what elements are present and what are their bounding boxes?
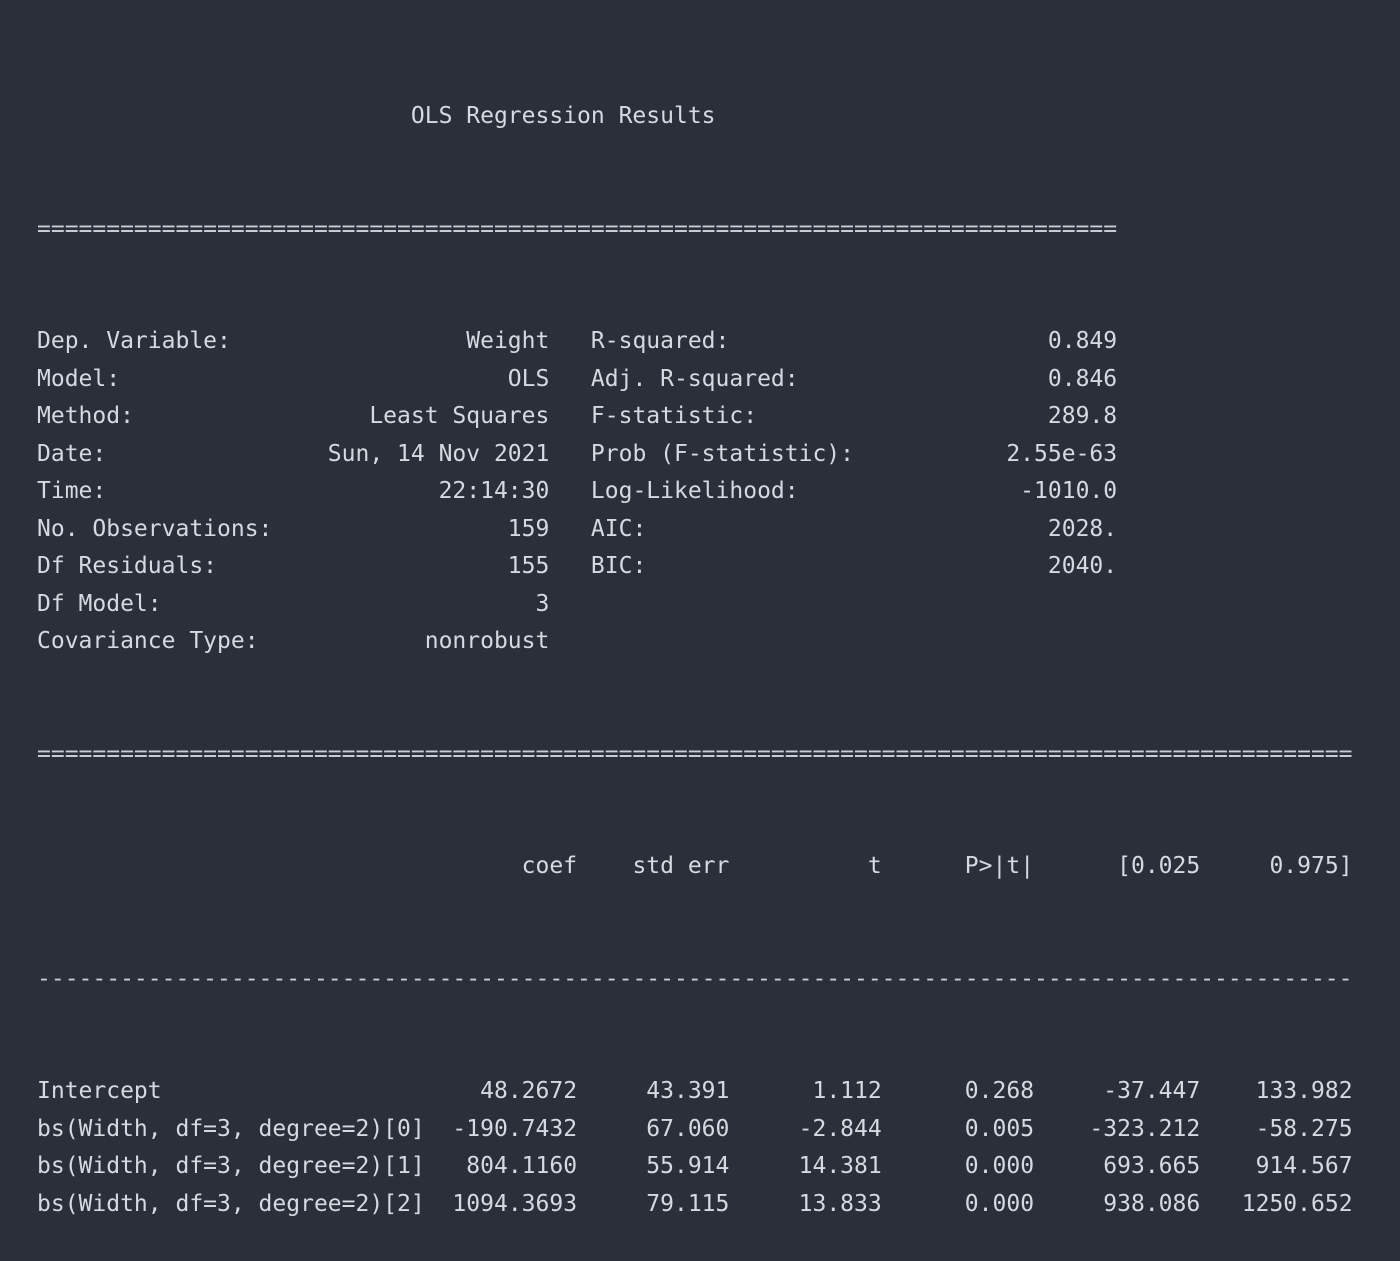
summary-row: Covariance Type: nonrobust (37, 623, 1353, 661)
summary-left-value: 22:14:30 (327, 478, 550, 504)
coef-column-header: [0.025 (1034, 853, 1201, 879)
coef-row: bs(Width, df=3, degree=2)[2] 1094.3693 7… (37, 1186, 1353, 1224)
summary-left-value: Weight (327, 328, 550, 354)
summary-left-value: 159 (327, 515, 550, 542)
top-double-rule: ========================================… (37, 215, 1118, 242)
summary-left-value: Least Squares (327, 403, 550, 429)
summary-left-value: OLS (327, 365, 550, 392)
summary-row: No. Observations: 159 AIC: 2028. (37, 511, 1353, 549)
summary-left-value: nonrobust (327, 628, 550, 654)
summary-right-value: 2.55e-63 (867, 440, 1118, 467)
middle-double-rule: ========================================… (37, 740, 1353, 767)
coef-cell: 914.567 (1200, 1153, 1353, 1179)
header-single-rule: ----------------------------------------… (37, 965, 1353, 992)
coef-row: bs(Width, df=3, degree=2)[1] 804.1160 55… (37, 1148, 1353, 1186)
summary-right-value: 2028. (867, 515, 1118, 542)
coef-cell: -37.447 (1034, 1078, 1201, 1104)
summary-right-label: Prob (F-statistic): (590, 440, 868, 467)
coefficient-header-row: coef std err t P>|t| [0.025 0.975] (37, 848, 1353, 886)
summary-right-value: 289.8 (867, 403, 1118, 429)
summary-right-label: Adj. R-squared: (590, 365, 868, 392)
coef-term-name: bs(Width, df=3, degree=2)[1] (37, 1153, 439, 1179)
coefficient-table: Intercept 48.2672 43.391 1.112 0.268 -37… (37, 1073, 1353, 1223)
summary-right-label: F-statistic: (590, 403, 868, 429)
coef-cell: 14.381 (729, 1153, 882, 1179)
coef-cell: 0.000 (881, 1190, 1035, 1217)
summary-row: Date: Sun, 14 Nov 2021 Prob (F-statistic… (37, 436, 1353, 474)
summary-row: Df Model: 3 (37, 586, 1353, 624)
coef-row: bs(Width, df=3, degree=2)[0] -190.7432 6… (37, 1111, 1353, 1149)
summary-right-label: BIC: (590, 553, 868, 579)
summary-right-value: 2040. (867, 553, 1118, 579)
summary-left-value: Sun, 14 Nov 2021 (327, 440, 550, 467)
summary-left-label: Df Model: (37, 590, 328, 617)
summary-row: Time: 22:14:30 Log-Likelihood: -1010.0 (37, 473, 1353, 511)
summary-right-label (591, 628, 868, 654)
summary-left-value: 3 (327, 590, 550, 617)
summary-right-label: R-squared: (590, 328, 868, 354)
coef-cell: 0.005 (881, 1115, 1035, 1142)
summary-right-value: -1010.0 (867, 478, 1118, 504)
summary-right-label: AIC: (590, 515, 868, 542)
summary-right-label (591, 591, 868, 617)
coef-column-header: P>|t| (881, 853, 1035, 879)
coef-cell: 67.060 (577, 1115, 730, 1142)
coef-cell: 804.1160 (438, 1153, 578, 1179)
summary-row: Method: Least Squares F-statistic: 289.8 (37, 398, 1353, 436)
summary-left-label: Date: (37, 440, 328, 467)
summary-left-value: 155 (327, 553, 550, 579)
coef-cell: 79.115 (577, 1190, 730, 1217)
summary-right-label: Log-Likelihood: (590, 478, 868, 504)
coef-cell: -323.212 (1034, 1115, 1201, 1142)
coef-cell: 693.665 (1034, 1153, 1201, 1179)
summary-left-label: Time: (37, 478, 328, 504)
coef-cell: -190.7432 (438, 1115, 578, 1142)
title-text: OLS Regression Results (410, 103, 716, 129)
summary-row: Model: OLS Adj. R-squared: 0.846 (37, 361, 1353, 399)
summary-left-label: Method: (37, 403, 328, 429)
summary-left-label: Model: (37, 365, 328, 392)
coef-cell: 13.833 (729, 1190, 882, 1217)
summary-left-label: Df Residuals: (37, 553, 328, 579)
coef-cell: -58.275 (1200, 1115, 1353, 1142)
title-padding (37, 103, 411, 129)
coef-term-name: bs(Width, df=3, degree=2)[2] (37, 1190, 439, 1217)
summary-left-label: Covariance Type: (37, 628, 328, 654)
summary-left-label: No. Observations: (37, 515, 328, 542)
coef-column-header: 0.975] (1200, 853, 1353, 879)
summary-right-value (868, 591, 1117, 617)
coef-cell: 0.268 (881, 1078, 1035, 1104)
coef-row: Intercept 48.2672 43.391 1.112 0.268 -37… (37, 1073, 1353, 1111)
summary-row: Dep. Variable: Weight R-squared: 0.849 (37, 323, 1353, 361)
summary-left-label: Dep. Variable: (37, 328, 328, 354)
report-title: OLS Regression Results (37, 98, 1353, 136)
coef-column-header: std err (577, 853, 730, 879)
coef-column-header: coef (438, 853, 578, 879)
coef-cell: 0.000 (881, 1153, 1035, 1179)
coef-cell: 48.2672 (438, 1078, 578, 1104)
ols-summary-output: OLS Regression Results =================… (37, 23, 1353, 1261)
summary-right-value: 0.849 (867, 328, 1118, 354)
summary-right-value (868, 628, 1117, 654)
coef-cell: 133.982 (1200, 1078, 1353, 1104)
coef-cell: -2.844 (729, 1115, 882, 1142)
model-summary-block: Dep. Variable: Weight R-squared: 0.849 Mo… (37, 323, 1353, 661)
coef-term-name: Intercept (37, 1078, 439, 1104)
coef-cell: 1094.3693 (438, 1190, 578, 1217)
coef-column-header: t (729, 853, 882, 879)
summary-row: Df Residuals: 155 BIC: 2040. (37, 548, 1353, 586)
coef-cell: 1.112 (729, 1078, 882, 1104)
coef-term-name: bs(Width, df=3, degree=2)[0] (37, 1115, 439, 1142)
summary-right-value: 0.846 (867, 365, 1118, 392)
coef-cell: 1250.652 (1200, 1190, 1353, 1217)
coef-cell: 43.391 (577, 1078, 730, 1104)
coef-cell: 55.914 (577, 1153, 730, 1179)
coef-cell: 938.086 (1034, 1190, 1201, 1217)
